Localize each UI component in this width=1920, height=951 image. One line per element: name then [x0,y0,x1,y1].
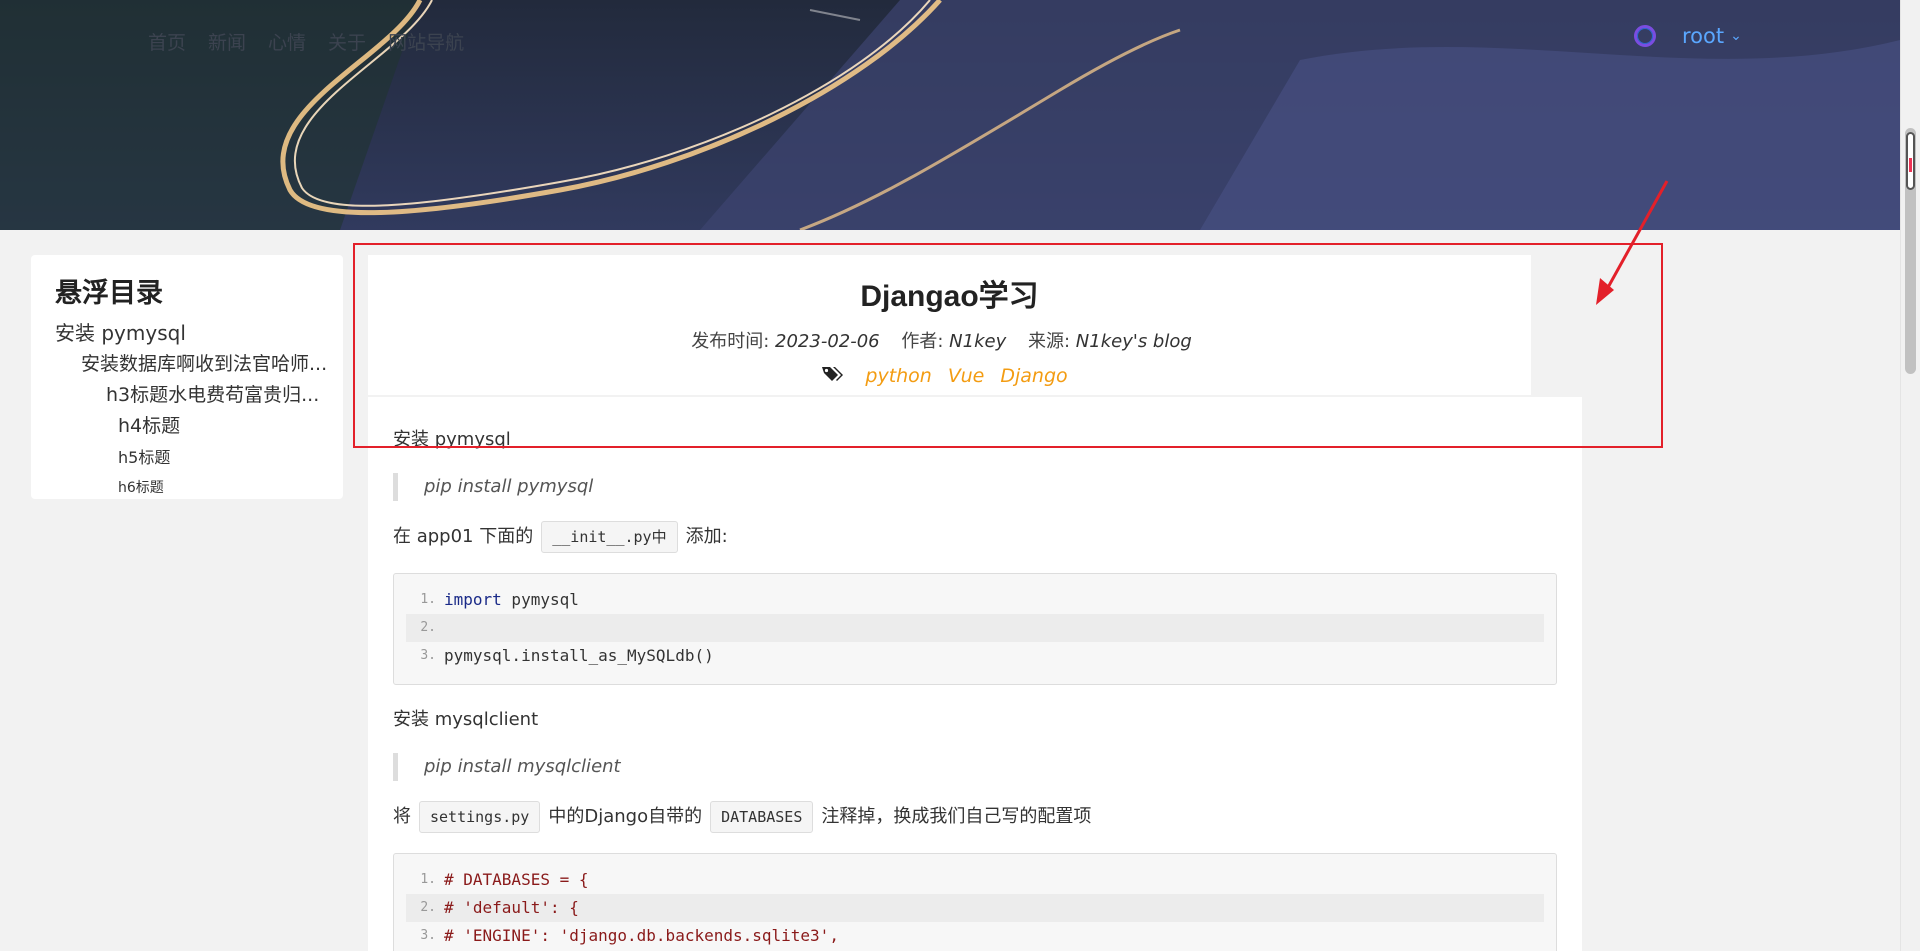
scroll-indicator-icon [1906,132,1915,190]
annotation-arrow-icon [1596,180,1669,305]
vertical-scrollbar[interactable] [1900,0,1920,951]
